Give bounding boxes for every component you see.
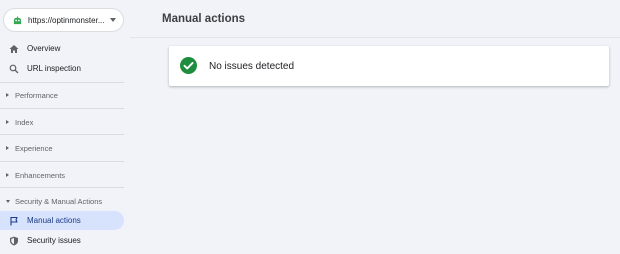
chevron-down-icon <box>110 18 116 22</box>
chevron-right-icon <box>6 173 9 177</box>
nav-item-manual-actions[interactable]: Manual actions <box>0 211 124 230</box>
divider <box>0 82 124 83</box>
main-content: Manual actions No issues detected <box>130 0 620 254</box>
nav-label: URL inspection <box>27 64 81 73</box>
divider <box>130 37 620 38</box>
divider <box>0 187 124 188</box>
chevron-right-icon <box>6 146 9 150</box>
sidebar: https://optinmonster... Overview URL ins… <box>0 0 130 254</box>
section-label: Security & Manual Actions <box>15 196 103 206</box>
section-label: Enhancements <box>15 170 66 180</box>
section-security-manual-actions[interactable]: Security & Manual Actions <box>0 193 124 209</box>
search-icon <box>9 64 19 74</box>
search-console-app: https://optinmonster... Overview URL ins… <box>0 0 620 254</box>
shield-icon <box>9 236 19 246</box>
property-favicon-icon <box>13 15 22 25</box>
nav-label: Overview <box>27 44 61 53</box>
nav-item-overview[interactable]: Overview <box>0 39 124 58</box>
chevron-down-icon <box>6 199 10 203</box>
nav-item-security-issues[interactable]: Security issues <box>0 231 124 250</box>
divider <box>0 161 124 162</box>
home-icon <box>9 44 19 54</box>
section-label: Performance <box>15 90 58 100</box>
nav-item-url-inspection[interactable]: URL inspection <box>0 59 124 78</box>
section-label: Index <box>15 117 34 127</box>
page-title: Manual actions <box>162 13 246 25</box>
status-card: No issues detected <box>169 46 609 86</box>
nav-label: Security issues <box>27 236 81 245</box>
nav-label: Manual actions <box>27 216 81 225</box>
chevron-right-icon <box>6 93 9 97</box>
property-url: https://optinmonster... <box>28 15 105 25</box>
status-message: No issues detected <box>209 60 295 72</box>
flag-icon <box>9 216 19 226</box>
section-performance[interactable]: Performance <box>0 87 124 103</box>
section-enhancements[interactable]: Enhancements <box>0 167 124 183</box>
check-circle-icon <box>180 57 197 74</box>
divider <box>0 108 124 109</box>
section-index[interactable]: Index <box>0 114 124 130</box>
section-label: Experience <box>15 143 53 153</box>
section-experience[interactable]: Experience <box>0 140 124 156</box>
property-selector[interactable]: https://optinmonster... <box>3 8 124 32</box>
divider <box>0 134 124 135</box>
chevron-right-icon <box>6 120 9 124</box>
